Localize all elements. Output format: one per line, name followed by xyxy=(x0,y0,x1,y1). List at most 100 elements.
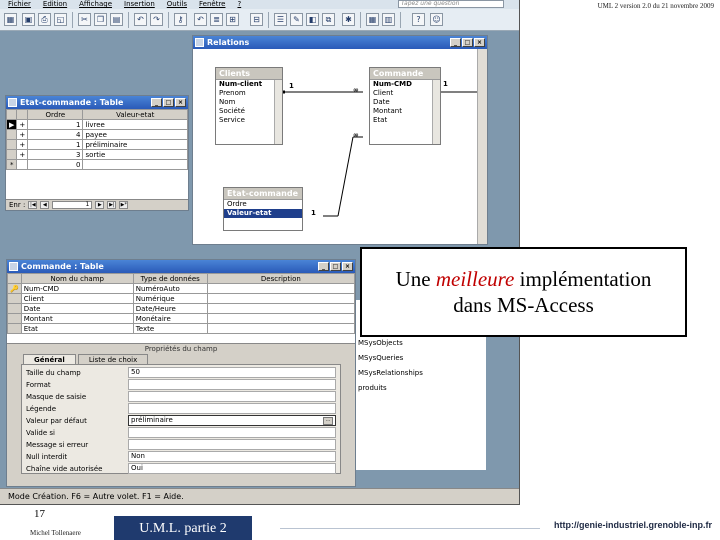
next-record-button[interactable]: ▶ xyxy=(95,201,105,209)
row-selector[interactable] xyxy=(6,149,18,160)
property-value[interactable] xyxy=(128,439,336,450)
expand-button[interactable] xyxy=(16,159,29,170)
column-header-valeur-etat[interactable]: Valeur-etat xyxy=(82,109,188,120)
table-row-new[interactable]: * 0 xyxy=(6,159,188,170)
close-button[interactable]: × xyxy=(342,262,353,271)
cell-valeur[interactable]: sortie xyxy=(82,149,188,160)
fieldlist-scrollbar[interactable] xyxy=(274,80,282,144)
print-icon[interactable]: ⎙ xyxy=(38,13,51,26)
field-prenom[interactable]: Prenom xyxy=(216,89,282,98)
cell-ordre[interactable]: 4 xyxy=(27,129,84,140)
property-value[interactable]: Non xyxy=(128,451,336,462)
menu-edition[interactable]: Edition xyxy=(43,0,67,9)
description-cell[interactable] xyxy=(206,313,355,324)
help-icon[interactable]: ? xyxy=(412,13,425,26)
save-icon[interactable]: ▣ xyxy=(22,13,35,26)
list-item[interactable]: MSysObjects xyxy=(356,336,486,351)
property-value[interactable] xyxy=(128,403,336,414)
fieldlist-commande[interactable]: Commande Num-CMD Client Date Montant Eta… xyxy=(369,67,441,145)
ask-question-box[interactable]: Tapez une question xyxy=(398,0,504,8)
default-value-field[interactable]: préliminaire… xyxy=(128,415,336,426)
field-num-cmd[interactable]: Num-CMD xyxy=(370,80,440,89)
paste-icon[interactable]: ▤ xyxy=(110,13,123,26)
design-row[interactable]: Client Numérique xyxy=(7,293,355,304)
description-cell[interactable] xyxy=(206,283,355,294)
cell-ordre[interactable]: 1 xyxy=(27,119,84,130)
fieldlist-etat-commande[interactable]: Etat-commande Ordre Valeur-etat xyxy=(223,187,303,231)
data-type-cell[interactable]: Date/Heure xyxy=(132,303,208,314)
field-name-cell[interactable]: Date xyxy=(20,303,134,314)
description-cell[interactable] xyxy=(206,303,355,314)
fieldlist-clients[interactable]: Clients Num-client Prenom Nom Société Se… xyxy=(215,67,283,145)
field-service[interactable]: Service xyxy=(216,116,282,125)
column-header-description[interactable]: Description xyxy=(206,273,355,284)
record-number-field[interactable]: 1 xyxy=(52,201,93,209)
undo-icon[interactable]: ↶ xyxy=(134,13,147,26)
etat-table-titlebar[interactable]: Etat-commande : Table _ □ × xyxy=(6,96,188,109)
row-selector[interactable] xyxy=(7,303,22,314)
design-row[interactable]: Date Date/Heure xyxy=(7,303,355,314)
column-header-type[interactable]: Type de données xyxy=(132,273,208,284)
property-value[interactable]: Oui xyxy=(128,463,336,474)
expand-button[interactable]: + xyxy=(16,119,29,130)
list-item[interactable]: MSysQueries xyxy=(356,351,486,366)
row-selector[interactable] xyxy=(6,129,18,140)
field-name-cell[interactable]: Montant xyxy=(20,313,134,324)
fieldlist-title[interactable]: Etat-commande xyxy=(224,188,302,200)
menu-help[interactable]: ? xyxy=(237,0,241,9)
design-row[interactable]: Montant Monétaire xyxy=(7,313,355,324)
row-selector[interactable] xyxy=(7,293,22,304)
maximize-button[interactable]: □ xyxy=(462,38,473,47)
description-cell[interactable] xyxy=(206,293,355,304)
expand-button[interactable]: + xyxy=(16,149,29,160)
relationships-icon[interactable]: ⧉ xyxy=(322,13,335,26)
column-header-ordre[interactable]: Ordre xyxy=(27,109,84,120)
design-row[interactable]: 🔑 Num-CMD NuméroAuto xyxy=(7,283,355,294)
property-value[interactable] xyxy=(128,427,336,438)
property-value[interactable] xyxy=(128,379,336,390)
data-type-cell[interactable]: Texte xyxy=(132,323,208,334)
field-etat[interactable]: Etat xyxy=(370,116,440,125)
minimize-button[interactable]: _ xyxy=(318,262,329,271)
close-button[interactable]: × xyxy=(474,38,485,47)
design-row[interactable]: Etat Texte xyxy=(7,323,355,334)
minimize-button[interactable]: _ xyxy=(450,38,461,47)
field-client[interactable]: Client xyxy=(370,89,440,98)
form-icon[interactable]: ▥ xyxy=(382,13,395,26)
cell-valeur[interactable] xyxy=(82,159,188,170)
field-nom[interactable]: Nom xyxy=(216,98,282,107)
data-type-cell[interactable]: Numérique xyxy=(132,293,208,304)
cell-valeur[interactable]: livree xyxy=(82,119,188,130)
list-item[interactable]: produits xyxy=(356,381,486,396)
minimize-button[interactable]: _ xyxy=(151,98,162,107)
relations-scrollbar[interactable] xyxy=(477,49,487,244)
row-selector[interactable]: * xyxy=(6,159,18,170)
cut-icon[interactable]: ✂ xyxy=(78,13,91,26)
properties-icon[interactable]: ☰ xyxy=(274,13,287,26)
field-societe[interactable]: Société xyxy=(216,107,282,116)
insert-row-icon[interactable]: ⊞ xyxy=(226,13,239,26)
build-icon[interactable]: ✎ xyxy=(290,13,303,26)
cell-ordre[interactable]: 3 xyxy=(27,149,84,160)
primary-key-icon[interactable]: ⚷ xyxy=(174,13,187,26)
table-row[interactable]: ▶ + 1 livree xyxy=(6,119,188,130)
first-record-button[interactable]: |◀ xyxy=(28,201,38,209)
maximize-button[interactable]: □ xyxy=(330,262,341,271)
cell-ordre[interactable]: 0 xyxy=(27,159,84,170)
close-button[interactable]: × xyxy=(175,98,186,107)
delete-row-icon[interactable]: ⊟ xyxy=(250,13,263,26)
field-valeur-etat[interactable]: Valeur-etat xyxy=(224,209,302,218)
table-icon[interactable]: ▦ xyxy=(366,13,379,26)
table-row[interactable]: + 3 sortie xyxy=(6,149,188,160)
commande-design-titlebar[interactable]: Commande : Table _ □ × xyxy=(7,260,355,273)
list-item[interactable]: MSysRelationships xyxy=(356,366,486,381)
office-assistant-icon[interactable]: ☺ xyxy=(430,13,443,26)
undo-dropdown-icon[interactable]: ↶ xyxy=(194,13,207,26)
last-record-button[interactable]: ▶| xyxy=(107,201,117,209)
field-montant[interactable]: Montant xyxy=(370,107,440,116)
row-selector[interactable] xyxy=(7,313,22,324)
fieldlist-title[interactable]: Commande xyxy=(370,68,440,80)
maximize-button[interactable]: □ xyxy=(163,98,174,107)
menu-insertion[interactable]: Insertion xyxy=(124,0,155,9)
relations-window-titlebar[interactable]: Relations _ □ × xyxy=(193,36,487,49)
